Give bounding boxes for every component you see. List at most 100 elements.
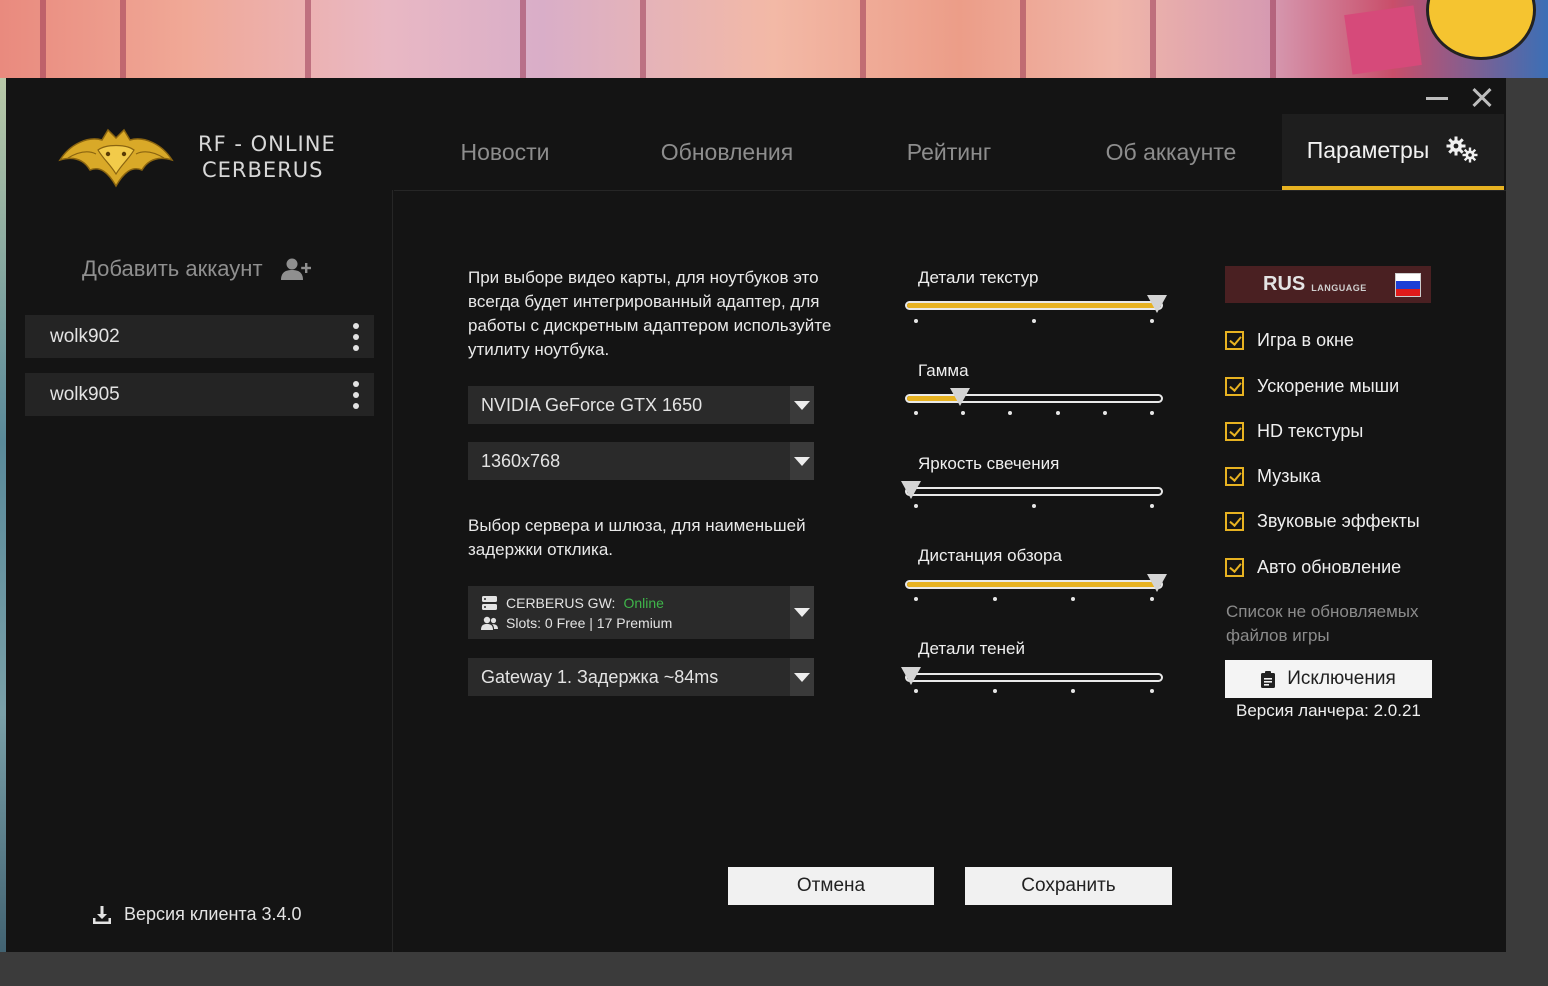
gamma-label: Гамма bbox=[918, 361, 969, 380]
tab-settings-label: Параметры bbox=[1306, 136, 1430, 163]
slider-tick bbox=[1150, 411, 1154, 415]
app-title: RF - ONLINE CERBERUS bbox=[198, 131, 336, 183]
chevron-down-icon bbox=[790, 386, 814, 424]
slider-tick bbox=[914, 597, 918, 601]
checkbox-label: Игра в окне bbox=[1257, 330, 1354, 350]
slider-tick bbox=[1071, 689, 1076, 693]
app-title-line1: RF - ONLINE bbox=[198, 132, 336, 156]
checkbox-checked-icon bbox=[1225, 558, 1244, 577]
tab-settings[interactable]: Параметры bbox=[1282, 114, 1504, 190]
shadow-detail-slider[interactable] bbox=[901, 667, 1163, 685]
gpu-select[interactable]: NVIDIA GeForce GTX 1650 bbox=[468, 386, 814, 424]
cancel-button[interactable]: Отмена bbox=[728, 867, 934, 905]
exclusions-button[interactable]: Исключения bbox=[1225, 660, 1432, 698]
sound-effects-checkbox[interactable]: Звуковые эффекты bbox=[1225, 511, 1420, 532]
slider-tick bbox=[1008, 411, 1013, 415]
slider-tick bbox=[1071, 597, 1076, 601]
checkbox-checked-icon bbox=[1225, 422, 1244, 441]
resolution-select[interactable]: 1360x768 bbox=[468, 442, 814, 480]
add-account-button[interactable]: Добавить аккаунт bbox=[82, 256, 311, 282]
windowed-mode-checkbox[interactable]: Игра в окне bbox=[1225, 330, 1354, 351]
slider-tick bbox=[1032, 319, 1036, 323]
gateway-select[interactable]: Gateway 1. Задержка ~84ms bbox=[468, 658, 814, 696]
desktop-wallpaper bbox=[0, 0, 1548, 78]
account-item[interactable]: wolk902 bbox=[25, 315, 374, 358]
resolution-select-value: 1360x768 bbox=[481, 450, 561, 471]
download-icon bbox=[93, 905, 111, 924]
tab-news[interactable]: Новости bbox=[394, 114, 616, 190]
app-title-line2: CERBERUS bbox=[202, 158, 324, 182]
russia-flag-icon bbox=[1395, 273, 1421, 297]
checkbox-label: HD текстуры bbox=[1257, 421, 1364, 441]
gears-icon bbox=[1446, 136, 1478, 163]
hd-textures-checkbox[interactable]: HD текстуры bbox=[1225, 421, 1363, 442]
gpu-select-value: NVIDIA GeForce GTX 1650 bbox=[481, 394, 703, 415]
exclusions-button-label: Исключения bbox=[1287, 668, 1396, 689]
desktop-edge-right bbox=[1506, 78, 1548, 952]
chevron-down-icon bbox=[790, 442, 814, 480]
checkbox-label: Звуковые эффекты bbox=[1257, 511, 1420, 531]
account-item[interactable]: wolk905 bbox=[25, 373, 374, 416]
checkbox-label: Авто обновление bbox=[1257, 557, 1402, 577]
gpu-note: При выборе видео карты, для ноутбуков эт… bbox=[468, 268, 832, 359]
view-distance-label: Дистанция обзора bbox=[918, 546, 1062, 565]
server-icon bbox=[482, 595, 497, 610]
slider-tick bbox=[1032, 504, 1036, 508]
texture-detail-slider[interactable] bbox=[905, 295, 1167, 313]
chevron-down-icon bbox=[790, 658, 814, 696]
glow-brightness-slider[interactable] bbox=[901, 481, 1163, 499]
slider-tick bbox=[992, 597, 997, 601]
cerberus-logo-icon bbox=[58, 128, 174, 188]
checkbox-checked-icon bbox=[1225, 467, 1244, 486]
minimize-button[interactable] bbox=[1426, 86, 1448, 108]
server-select[interactable]: CERBERUS GW: Online Slots: 0 Free | 17 P… bbox=[468, 586, 814, 639]
server-note: Выбор сервера и шлюза, для наименьшей за… bbox=[468, 516, 806, 559]
view-distance-ticks bbox=[914, 597, 1154, 601]
gateway-select-value: Gateway 1. Задержка ~84ms bbox=[481, 666, 719, 687]
texture-detail-label: Детали текстур bbox=[918, 268, 1039, 287]
language-word: LANGUAGE bbox=[1311, 282, 1367, 293]
account-name: wolk905 bbox=[50, 383, 120, 405]
slider-thumb[interactable] bbox=[901, 667, 921, 687]
save-button[interactable]: Сохранить bbox=[965, 867, 1172, 905]
gamma-slider[interactable] bbox=[905, 388, 1163, 406]
slider-thumb[interactable] bbox=[950, 388, 970, 408]
desktop-bottom bbox=[0, 952, 1548, 986]
shadow-detail-label: Детали теней bbox=[918, 639, 1025, 658]
slider-tick bbox=[1150, 689, 1154, 693]
more-options-icon[interactable] bbox=[350, 322, 362, 351]
language-button[interactable]: RUS LANGUAGE bbox=[1225, 266, 1431, 303]
slider-tick bbox=[1102, 411, 1107, 415]
slider-thumb[interactable] bbox=[901, 481, 921, 501]
checkbox-checked-icon bbox=[1225, 512, 1244, 531]
slider-tick bbox=[914, 411, 918, 415]
checkbox-label: Ускорение мыши bbox=[1257, 376, 1400, 396]
sidebar-divider bbox=[392, 190, 393, 952]
account-name: wolk902 bbox=[50, 325, 120, 347]
auto-update-checkbox[interactable]: Авто обновление bbox=[1225, 557, 1401, 578]
exclusions-note: Список не обновляемых файлов игры bbox=[1226, 602, 1419, 645]
slider-thumb[interactable] bbox=[1147, 574, 1167, 594]
texture-detail-ticks bbox=[914, 319, 1154, 323]
launcher-version: Версия ланчера: 2.0.21 bbox=[1236, 701, 1421, 720]
chevron-down-icon bbox=[790, 586, 814, 639]
server-info: CERBERUS GW: Online Slots: 0 Free | 17 P… bbox=[468, 593, 790, 633]
tab-account[interactable]: Об аккаунте bbox=[1060, 114, 1282, 190]
glow-brightness-ticks bbox=[914, 504, 1154, 508]
window-controls bbox=[1426, 86, 1492, 108]
view-distance-slider[interactable] bbox=[905, 574, 1167, 592]
music-checkbox[interactable]: Музыка bbox=[1225, 466, 1321, 487]
tab-rating[interactable]: Рейтинг bbox=[838, 114, 1060, 190]
language-code: RUS bbox=[1263, 273, 1306, 295]
slider-tick bbox=[961, 411, 966, 415]
checkbox-label: Музыка bbox=[1257, 466, 1321, 486]
slider-thumb[interactable] bbox=[1147, 295, 1167, 315]
add-account-label: Добавить аккаунт bbox=[82, 256, 263, 281]
tab-updates[interactable]: Обновления bbox=[616, 114, 838, 190]
app-logo: RF - ONLINE CERBERUS bbox=[58, 122, 348, 192]
mouse-acceleration-checkbox[interactable]: Ускорение мыши bbox=[1225, 376, 1399, 397]
close-button[interactable] bbox=[1470, 86, 1492, 108]
more-options-icon[interactable] bbox=[350, 380, 362, 409]
slider-tick bbox=[1055, 411, 1060, 415]
client-version: Версия клиента 3.4.0 bbox=[92, 904, 302, 925]
